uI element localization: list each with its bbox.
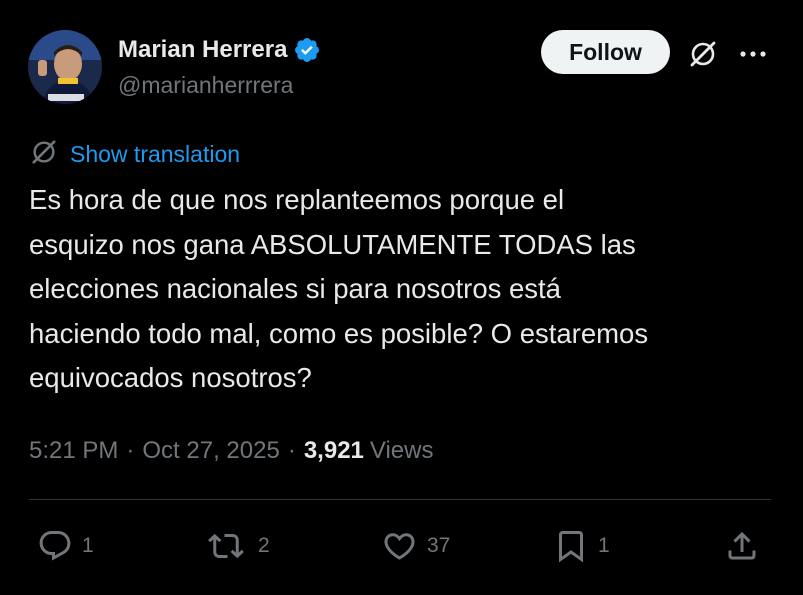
tweet-text-line: equivocados nosotros? (29, 362, 312, 393)
show-translation-link[interactable]: Show translation (70, 141, 240, 168)
tweet-date[interactable]: Oct 27, 2025 (142, 437, 279, 465)
author-name[interactable]: Marian Herrera (118, 36, 287, 64)
meta-separator: · (126, 437, 135, 464)
profile-photo (28, 30, 102, 104)
tweet-meta: 5:21 PM · Oct 27, 2025 · 3,921 Views (29, 434, 433, 468)
author-name-row: Marian Herrera (118, 34, 321, 66)
tweet-text: Es hora de que nos replanteemos porque e… (29, 178, 779, 401)
repost-icon (203, 528, 249, 564)
more-icon[interactable] (736, 37, 770, 71)
like-count: 37 (427, 534, 451, 557)
share-button[interactable] (724, 527, 760, 565)
repost-button[interactable]: 2 (203, 527, 270, 565)
repost-count: 2 (258, 534, 270, 557)
follow-button[interactable]: Follow (541, 30, 670, 74)
avatar[interactable] (28, 30, 102, 104)
reply-count: 1 (82, 534, 94, 557)
bookmark-count: 1 (598, 534, 610, 557)
verified-badge-icon (293, 36, 321, 64)
meta-separator: · (287, 437, 296, 464)
like-button[interactable]: 37 (381, 527, 450, 565)
bookmark-button[interactable]: 1 (553, 527, 610, 565)
reply-button[interactable]: 1 (37, 527, 94, 565)
show-translation[interactable]: Show translation (30, 139, 240, 169)
tweet-time[interactable]: 5:21 PM (29, 437, 118, 465)
grok-icon (30, 138, 58, 171)
grok-icon[interactable] (686, 37, 720, 71)
reply-icon (37, 528, 73, 564)
heart-icon (381, 528, 418, 564)
views-label: Views (369, 437, 434, 464)
divider (29, 499, 771, 500)
tweet-text-line: esquizo nos gana ABSOLUTAMENTE TODAS las (29, 228, 636, 260)
author-handle[interactable]: @marianherrrera (118, 72, 293, 99)
bookmark-icon (553, 527, 589, 565)
tweet-text-line: elecciones nacionales si para nosotros e… (29, 273, 561, 304)
share-icon (724, 528, 760, 564)
views-count: 3,921 (303, 437, 364, 464)
tweet-text-line: haciendo todo mal, como es posible? O es… (29, 317, 649, 349)
tweet-text-line: Es hora de que nos replanteemos porque e… (29, 184, 565, 215)
